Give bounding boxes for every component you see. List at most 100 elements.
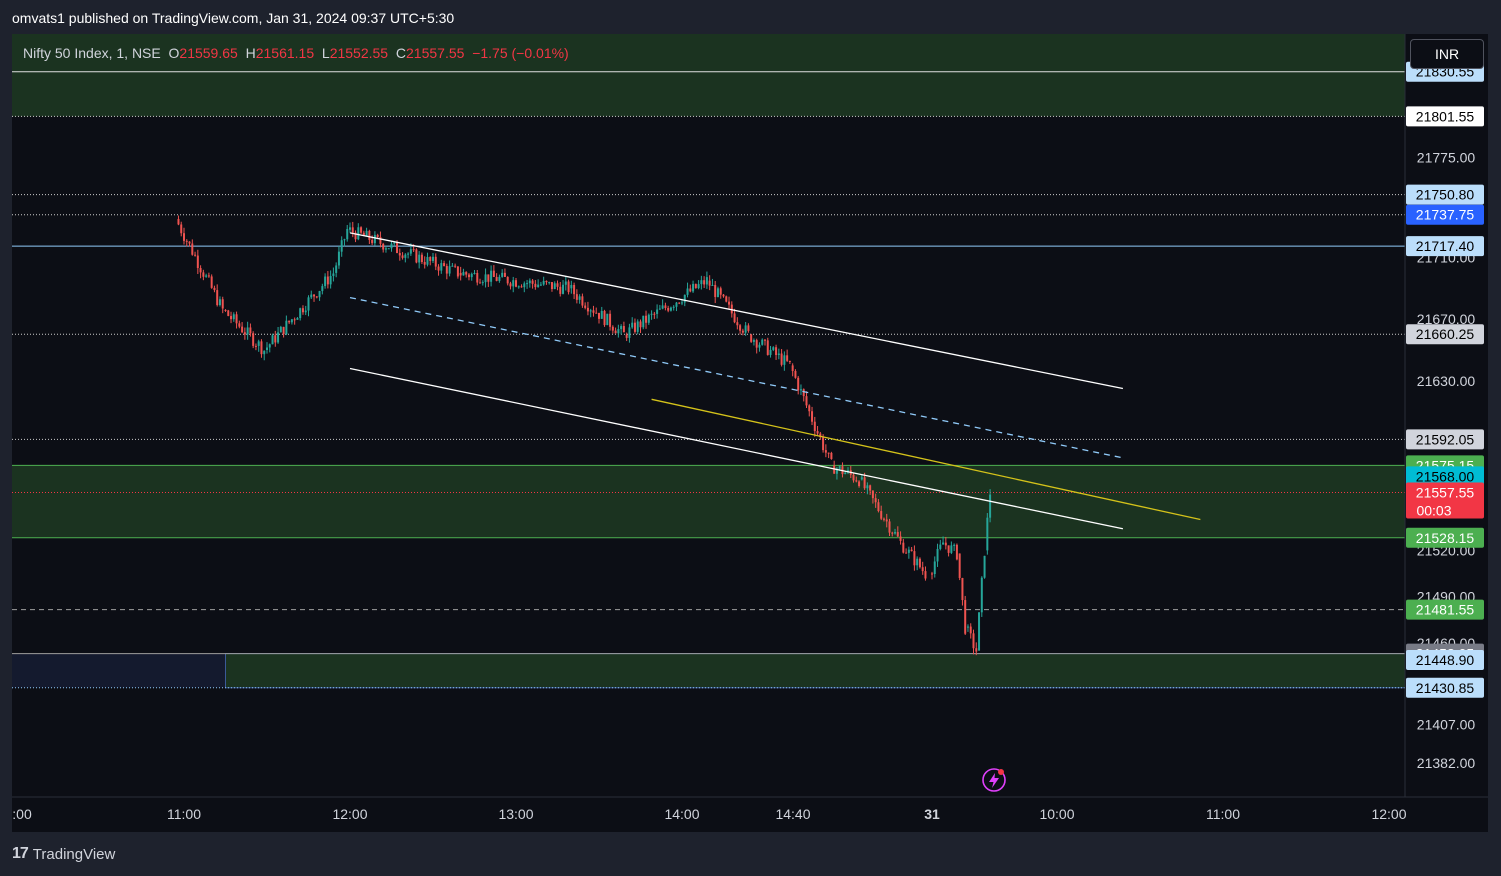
candle-body (972, 633, 975, 649)
candle-body (293, 319, 296, 321)
candle-body (343, 239, 346, 241)
candle-body (703, 280, 706, 285)
price-chart[interactable]: 21775.0021710.0021670.0021630.0021520.00… (12, 34, 1488, 832)
candle-body (882, 518, 885, 520)
candle-body (398, 253, 401, 256)
candle-body (487, 274, 490, 282)
candle-body (545, 280, 548, 283)
candle-body (697, 284, 700, 289)
candle-body (263, 350, 266, 355)
candle-body (299, 308, 302, 319)
candle-body (423, 261, 426, 265)
candle-body (964, 600, 967, 634)
candle-body (874, 498, 877, 503)
candle-body (415, 249, 418, 263)
candle-body (390, 243, 393, 249)
candle-body (606, 313, 609, 326)
candle-body (254, 345, 257, 347)
candle-body (418, 254, 421, 263)
candle-body (384, 248, 387, 250)
candle-body (301, 308, 304, 313)
candle-body (786, 355, 789, 361)
candle-body (268, 344, 271, 348)
candle-body (942, 542, 945, 545)
candle-body (716, 288, 719, 298)
candle-body (888, 521, 891, 533)
candle-body (556, 283, 559, 287)
candle-body (462, 272, 465, 276)
candle-body (578, 296, 581, 300)
candle-body (614, 330, 617, 334)
candle-body (194, 254, 197, 256)
candle-body (736, 322, 739, 326)
candle-body (705, 277, 708, 285)
candle-body (213, 287, 216, 291)
candle-body (445, 265, 448, 274)
candle-body (830, 452, 833, 460)
candle-body (625, 334, 628, 338)
candle-body (708, 280, 711, 286)
candle-body (603, 310, 606, 326)
candle-body (891, 532, 894, 534)
candle-body (517, 286, 520, 288)
candle-body (975, 648, 978, 652)
candle-body (747, 325, 750, 331)
candle-body (271, 335, 274, 345)
price-badge-label: 21430.85 (1416, 680, 1475, 696)
candle-body (764, 339, 766, 341)
y-tick-label: 21407.00 (1417, 717, 1476, 733)
x-tick-label: 11:00 (1206, 806, 1240, 822)
zone (225, 653, 1406, 689)
candle-body (307, 297, 310, 311)
candle-body (503, 272, 506, 277)
candle-body (788, 360, 791, 362)
trend-line (349, 232, 1124, 390)
candle-body (725, 296, 728, 302)
candle-body (407, 253, 410, 255)
candle-body (515, 280, 517, 287)
candle-body (955, 544, 958, 560)
candle-body (351, 227, 354, 233)
chart-panel[interactable]: 21775.00 21710.00 21670.00 21630.00 21520.00… (12, 34, 1488, 832)
candle-body (199, 268, 202, 273)
candle-body (741, 330, 744, 333)
x-tick-label: 10:00 (1039, 806, 1074, 822)
candle-body (476, 272, 479, 283)
candle-body (437, 266, 440, 271)
y-tick-label: 21775.00 (1417, 149, 1476, 165)
candle-body (899, 536, 902, 541)
price-badge-label: 21557.55 (1416, 484, 1475, 500)
candle-body (360, 227, 363, 233)
candle-body (611, 326, 614, 331)
candle-body (838, 466, 841, 469)
candle-body (750, 334, 753, 342)
candle-body (456, 266, 459, 277)
alert-lightning-icon[interactable] (981, 767, 1007, 793)
candle-body (432, 256, 434, 261)
candle-body (633, 322, 636, 332)
trend-line (349, 296, 1124, 459)
candle-body (531, 280, 534, 284)
candle-body (885, 519, 888, 522)
candle-body (412, 249, 415, 251)
candle-body (678, 302, 681, 304)
candle-body (340, 240, 343, 252)
candle-body (794, 370, 797, 378)
candle-body (310, 294, 313, 298)
candle-body (420, 254, 423, 262)
candle-body (669, 307, 672, 311)
candle-body (880, 511, 883, 519)
symbol-name[interactable]: Nifty 50 Index, 1, NSE (23, 45, 161, 61)
candle-body (916, 558, 919, 566)
candle-body (769, 349, 772, 355)
candle-body (808, 405, 811, 412)
currency-button[interactable]: INR (1410, 39, 1484, 69)
candle-body (589, 310, 592, 312)
candle-body (238, 323, 241, 327)
tradingview-logo[interactable]: 17 TradingView (12, 845, 115, 863)
candle-body (766, 340, 769, 355)
candle-body (520, 286, 523, 288)
candle-body (573, 285, 576, 295)
candle-body (783, 355, 786, 365)
candle-body (539, 284, 542, 286)
